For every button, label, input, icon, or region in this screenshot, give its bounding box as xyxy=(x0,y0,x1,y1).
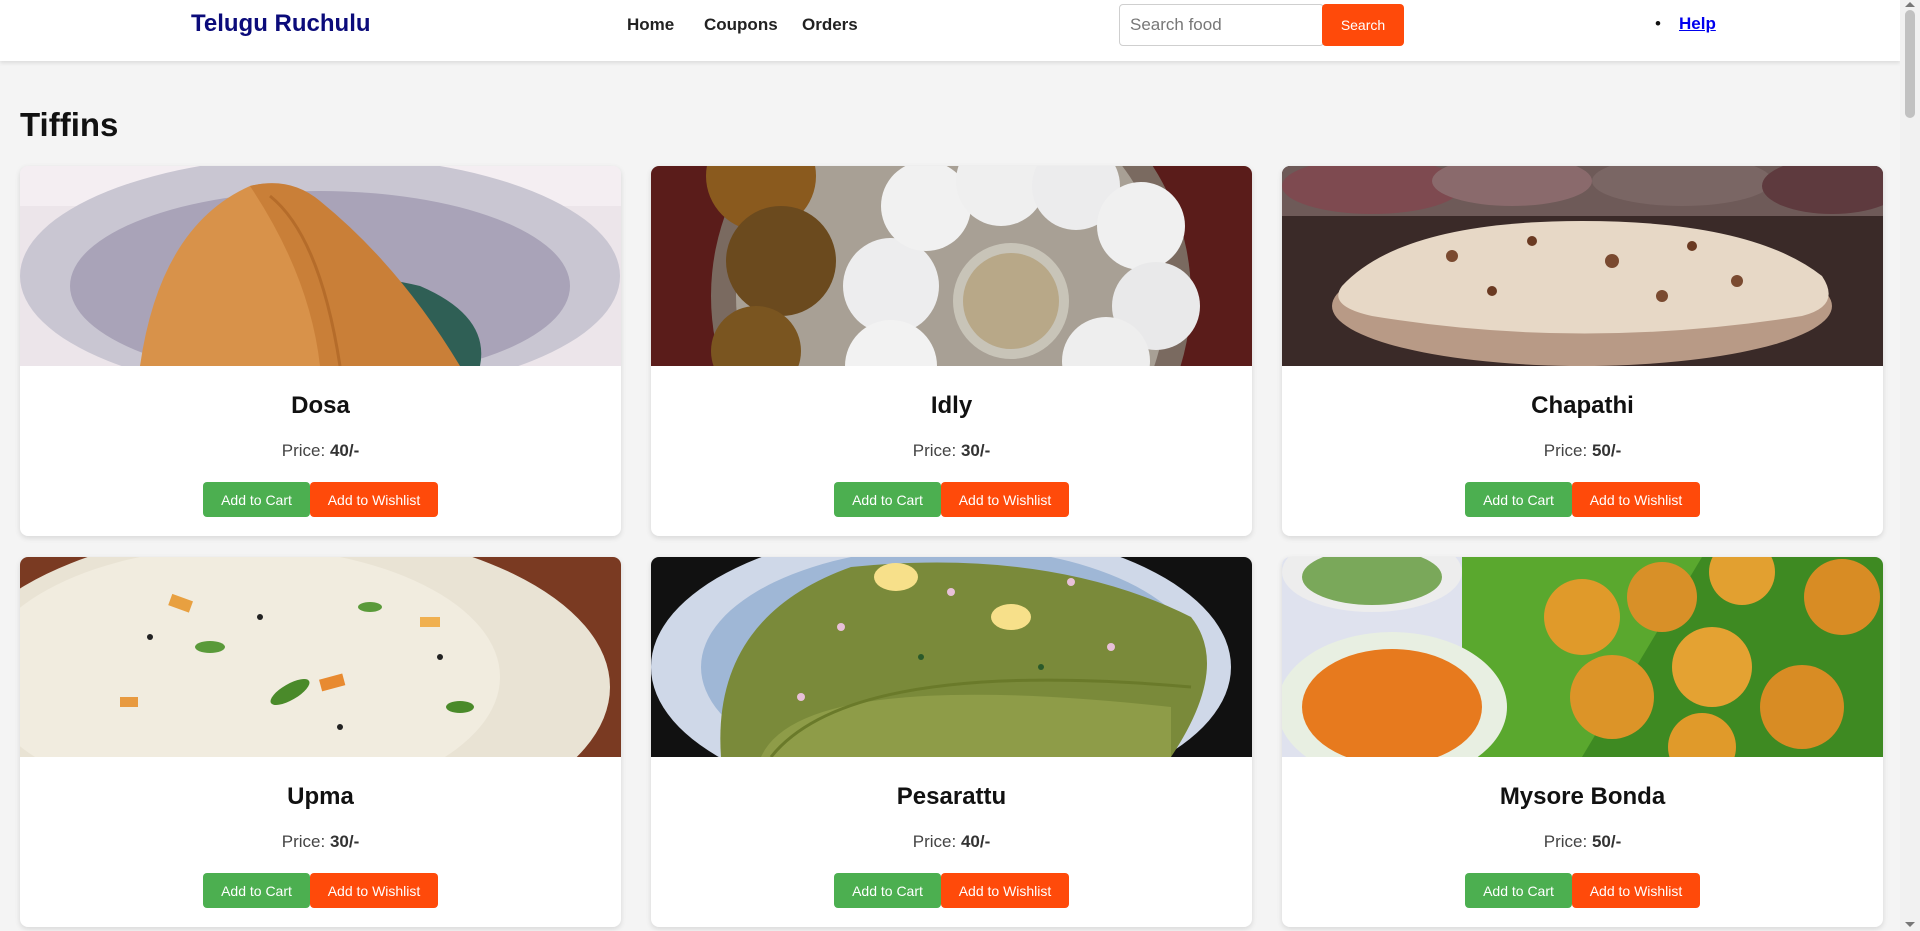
nav-orders-link[interactable]: Orders xyxy=(802,15,858,35)
add-to-wishlist-button[interactable]: Add to Wishlist xyxy=(310,482,438,517)
price-label: Price: xyxy=(1543,441,1592,460)
price-value: 30/- xyxy=(329,832,360,851)
scroll-up-arrow-icon[interactable] xyxy=(1905,2,1915,7)
add-to-wishlist-button[interactable]: Add to Wishlist xyxy=(941,873,1069,908)
food-image-pesarattu xyxy=(651,557,1252,757)
price-label: Price: xyxy=(1543,832,1592,851)
food-card-pesarattu: Pesarattu Price: 40/- Add to Cart Add to… xyxy=(651,557,1252,927)
food-name: Pesarattu xyxy=(896,783,1007,810)
nav-coupons-link[interactable]: Coupons xyxy=(704,15,778,35)
food-image-upma xyxy=(20,557,621,757)
add-to-cart-button[interactable]: Add to Cart xyxy=(203,873,310,908)
price-label: Price: xyxy=(281,832,330,851)
add-to-cart-button[interactable]: Add to Cart xyxy=(834,482,941,517)
price-label: Price: xyxy=(912,832,961,851)
list-bullet: • xyxy=(1655,14,1661,33)
vertical-scrollbar[interactable] xyxy=(1900,0,1920,931)
food-card-mysore-bonda: Mysore Bonda Price: 50/- Add to Cart Add… xyxy=(1282,557,1883,927)
food-price: Price: 50/- xyxy=(1282,832,1883,852)
food-price: Price: 40/- xyxy=(20,441,621,461)
food-name: Mysore Bonda xyxy=(1499,783,1666,810)
nav-home-link[interactable]: Home xyxy=(627,15,674,35)
add-to-cart-button[interactable]: Add to Cart xyxy=(834,873,941,908)
food-image-idly xyxy=(651,166,1252,366)
brand-logo[interactable]: Telugu Ruchulu xyxy=(191,10,371,38)
add-to-cart-button[interactable]: Add to Cart xyxy=(1465,482,1572,517)
food-image-mysore-bonda xyxy=(1282,557,1883,757)
add-to-wishlist-button[interactable]: Add to Wishlist xyxy=(1572,482,1700,517)
add-to-wishlist-button[interactable]: Add to Wishlist xyxy=(1572,873,1700,908)
scrollbar-thumb[interactable] xyxy=(1905,10,1915,118)
top-navbar: Telugu Ruchulu Home Coupons Orders Searc… xyxy=(0,0,1900,61)
section-title: Tiffins xyxy=(20,106,119,143)
search-button[interactable]: Search xyxy=(1322,4,1404,46)
food-price: Price: 30/- xyxy=(651,441,1252,461)
food-card-dosa: Dosa Price: 40/- Add to Cart Add to Wish… xyxy=(20,166,621,536)
food-price: Price: 30/- xyxy=(20,832,621,852)
add-to-wishlist-button[interactable]: Add to Wishlist xyxy=(310,873,438,908)
price-label: Price: xyxy=(281,441,330,460)
food-name: Upma xyxy=(287,783,354,810)
food-image-dosa xyxy=(20,166,621,366)
food-price: Price: 40/- xyxy=(651,832,1252,852)
food-name: Dosa xyxy=(291,392,350,419)
scroll-down-arrow-icon[interactable] xyxy=(1905,922,1915,927)
food-name: Idly xyxy=(930,392,973,419)
price-value: 50/- xyxy=(1591,441,1622,460)
search-input[interactable] xyxy=(1119,4,1324,46)
food-price: Price: 50/- xyxy=(1282,441,1883,461)
food-name: Chapathi xyxy=(1531,392,1634,419)
price-value: 50/- xyxy=(1591,832,1622,851)
add-to-wishlist-button[interactable]: Add to Wishlist xyxy=(941,482,1069,517)
price-value: 30/- xyxy=(960,441,991,460)
price-label: Price: xyxy=(912,441,961,460)
price-value: 40/- xyxy=(960,832,991,851)
food-card-idly: Idly Price: 30/- Add to Cart Add to Wish… xyxy=(651,166,1252,536)
help-link[interactable]: Help xyxy=(1679,14,1716,34)
price-value: 40/- xyxy=(329,441,360,460)
food-card-upma: Upma Price: 30/- Add to Cart Add to Wish… xyxy=(20,557,621,927)
food-card-chapathi: Chapathi Price: 50/- Add to Cart Add to … xyxy=(1282,166,1883,536)
food-image-chapathi xyxy=(1282,166,1883,366)
add-to-cart-button[interactable]: Add to Cart xyxy=(203,482,310,517)
add-to-cart-button[interactable]: Add to Cart xyxy=(1465,873,1572,908)
